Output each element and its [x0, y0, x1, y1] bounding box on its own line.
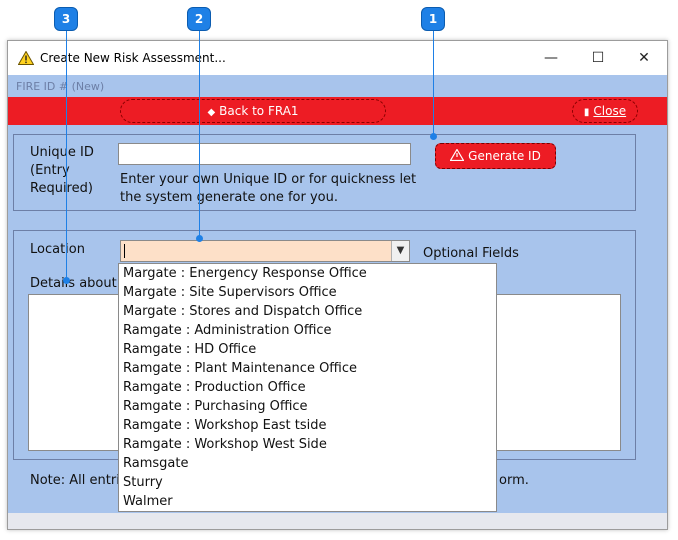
callout-1-dot	[430, 133, 437, 140]
create-risk-assessment-window: Create New Risk Assessment... — ☐ ✕ FIRE…	[7, 40, 668, 530]
title-bar[interactable]: Create New Risk Assessment... — ☐ ✕	[8, 41, 667, 75]
fire-id-label: FIRE ID # (New)	[8, 75, 667, 97]
dropdown-option[interactable]: Ramgate : HD Office	[119, 340, 496, 359]
dropdown-option[interactable]: Ramgate : Plant Maintenance Office	[119, 359, 496, 378]
unique-id-input[interactable]	[118, 143, 411, 165]
minimize-button[interactable]: —	[536, 47, 566, 69]
dropdown-option[interactable]: Walmer	[119, 492, 496, 511]
dropdown-option[interactable]: Ramsgate	[119, 454, 496, 473]
dropdown-option[interactable]: Ramgate : Administration Office	[119, 321, 496, 340]
toolbar: ◆ Back to FRA1 ▮ Close	[8, 97, 667, 125]
callout-1-badge: 1	[421, 7, 445, 31]
text-caret	[124, 244, 125, 258]
warning-outline-icon	[449, 148, 465, 162]
callout-2-dot	[196, 235, 203, 242]
dropdown-option[interactable]: Margate : Energency Response Office	[119, 264, 496, 283]
dropdown-option[interactable]: Ramgate : Production Office	[119, 378, 496, 397]
window-close-button[interactable]: ✕	[629, 47, 659, 69]
unique-id-label: Unique ID (Entry Required)	[30, 145, 94, 196]
note-text-end: orm.	[499, 473, 529, 488]
unique-id-help: Enter your own Unique ID or for quicknes…	[120, 172, 417, 205]
generate-id-button[interactable]: Generate ID	[435, 143, 556, 169]
location-dropdown-list: Margate : Energency Response Office Marg…	[118, 263, 497, 512]
warning-icon	[18, 51, 34, 65]
maximize-button[interactable]: ☐	[583, 47, 613, 69]
back-arrow-icon: ◆	[207, 107, 216, 118]
optional-fields-label: Optional Fields	[423, 246, 519, 261]
callout-3-line	[66, 30, 67, 280]
back-button-label: Back to FRA1	[219, 104, 299, 118]
dropdown-option[interactable]: Margate : Site Supervisors Office	[119, 283, 496, 302]
close-button[interactable]: ▮ Close	[572, 99, 638, 123]
location-label: Location	[30, 242, 85, 257]
close-button-label: Close	[593, 104, 627, 118]
chevron-down-icon[interactable]: ▼	[391, 241, 409, 261]
door-exit-icon: ▮	[583, 107, 590, 118]
generate-id-label: Generate ID	[468, 149, 541, 163]
callout-2-line	[199, 30, 200, 238]
dropdown-option[interactable]: Margate : Stores and Dispatch Office	[119, 302, 496, 321]
dropdown-option[interactable]: Ramgate : Workshop East tside	[119, 416, 496, 435]
dropdown-option[interactable]: Ramgate : Purchasing Office	[119, 397, 496, 416]
back-button[interactable]: ◆ Back to FRA1	[120, 99, 386, 123]
location-select[interactable]: ▼	[120, 240, 410, 262]
callout-3-dot	[63, 277, 70, 284]
note-text: Note: All entri	[30, 473, 120, 488]
status-strip	[8, 513, 667, 529]
callout-1-line	[433, 30, 434, 136]
details-label: Details about R	[30, 276, 130, 291]
dropdown-option[interactable]: Sturry	[119, 473, 496, 492]
callout-3-badge: 3	[54, 7, 78, 31]
dropdown-option[interactable]: Ramgate : Workshop West Side	[119, 435, 496, 454]
window-title: Create New Risk Assessment...	[40, 51, 226, 65]
callout-2-badge: 2	[187, 7, 211, 31]
